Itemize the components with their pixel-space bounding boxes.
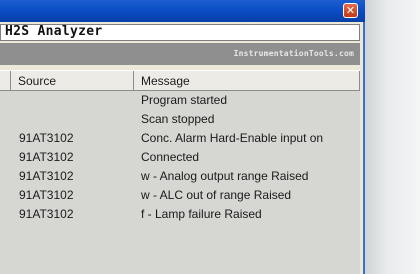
message-cell: f - Lamp failure Raised [141, 207, 262, 221]
source-cell: 91AT3102 [19, 131, 74, 145]
message-cell: Connected [141, 150, 200, 164]
column-header-message[interactable]: Message [134, 71, 360, 91]
table-row[interactable]: Program started [0, 92, 360, 111]
source-cell: 91AT3102 [19, 207, 74, 221]
message-cell: Program started [141, 93, 228, 107]
close-button[interactable]: ✕ [343, 3, 358, 18]
table-row[interactable]: 91AT3102 w - ALC out of range Raised [0, 187, 360, 206]
app-title: H2S Analyzer [5, 24, 103, 39]
table-row[interactable]: 91AT3102 Connected [0, 149, 360, 168]
source-cell: 91AT3102 [19, 169, 74, 183]
message-cell: w - Analog output range Raised [141, 169, 309, 183]
event-log-panel: Source Message Program started Scan stop… [0, 70, 360, 274]
table-row[interactable]: 91AT3102 w - Analog output range Raised [0, 168, 360, 187]
event-log-list: Program started Scan stopped 91AT3102 Co… [0, 92, 360, 225]
window-titlebar[interactable]: ✕ [0, 0, 365, 22]
source-cell: 91AT3102 [19, 150, 74, 164]
table-row[interactable]: 91AT3102 f - Lamp failure Raised [0, 206, 360, 225]
column-header-source[interactable]: Source [11, 71, 134, 91]
source-cell: 91AT3102 [19, 188, 74, 202]
brand-strip: InstrumentationTools.com [0, 43, 360, 65]
watermark-text: InstrumentationTools.com [233, 49, 354, 58]
message-cell: Conc. Alarm Hard-Enable input on [141, 131, 324, 145]
desktop-background [365, 0, 420, 274]
message-cell: Scan stopped [141, 112, 215, 126]
table-row[interactable]: Scan stopped [0, 111, 360, 130]
close-icon: ✕ [345, 4, 356, 17]
column-header-blank[interactable] [0, 71, 11, 91]
message-cell: w - ALC out of range Raised [141, 188, 292, 202]
table-row[interactable]: 91AT3102 Conc. Alarm Hard-Enable input o… [0, 130, 360, 149]
